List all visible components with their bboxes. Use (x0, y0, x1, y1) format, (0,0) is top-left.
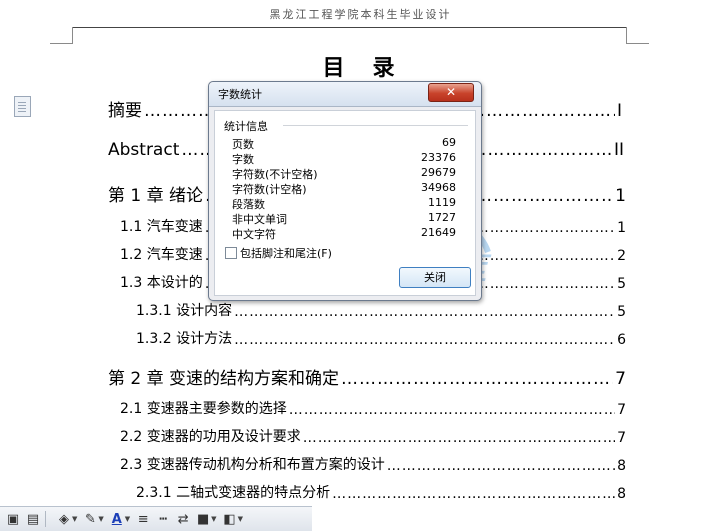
toc-page-number: 6 (617, 332, 626, 348)
toc-leader: ………………………………………………………………………………………… (341, 369, 613, 389)
stat-value: 29679 (421, 166, 456, 179)
toc-page-number: 7 (617, 402, 626, 418)
close-button[interactable]: ✕ (428, 83, 474, 102)
toc-entry-label: 1.3.1 设计内容 (136, 303, 233, 319)
image-icon[interactable]: ▣ (6, 512, 20, 527)
toc-title: 目录 (322, 55, 423, 81)
toc-entry[interactable]: 1.3.1 设计内容 ……………………………………………………………………………… (136, 300, 626, 320)
chevron-down-icon[interactable]: ▼ (211, 515, 216, 523)
stat-label: 字数 (232, 153, 254, 166)
include-footnotes-option[interactable]: 包括脚注和尾注(F) (225, 245, 332, 261)
textbox-icon[interactable]: ▤ (26, 512, 40, 527)
stat-label: 中文字符 (232, 228, 276, 241)
toc-entry-label: 1.1 汽车变速 (120, 219, 203, 235)
page-header: 黑龙江工程学院本科生毕业设计 (269, 8, 452, 21)
stat-value: 69 (442, 136, 456, 149)
stat-value: 23376 (421, 151, 456, 164)
toc-entry-label: 2.3 变速器传动机构分析和布置方案的设计 (120, 457, 385, 473)
toc-page-number: 7 (617, 430, 626, 446)
include-footnotes-label: 包括脚注和尾注(F) (240, 247, 332, 260)
line-style-icon[interactable]: ≡ (136, 512, 150, 527)
toc-page-number: 5 (617, 304, 626, 320)
toc-leader: ………………………………………………………………………………………… (288, 402, 615, 418)
toc-entry-label: 2.2 变速器的功用及设计要求 (120, 429, 301, 445)
toc-entry-label: 1.2 汽车变速 (120, 247, 203, 263)
3d-icon[interactable]: ◧ (223, 512, 237, 527)
arrow-style-icon[interactable]: ⇄ (176, 512, 190, 527)
toc-page-number: 7 (615, 369, 626, 389)
toc-entry-label: 2.3.1 二轴式变速器的特点分析 (136, 485, 331, 501)
toc-leader: ………………………………………………………………………………………… (302, 430, 616, 446)
toc-leader: ………………………………………………………………………………………… (386, 458, 615, 474)
stat-row-chars-no-spaces: 字符数(不计空格) 29679 (232, 166, 456, 181)
toc-page-number: 8 (617, 486, 626, 502)
toc-page-number: I (616, 101, 622, 121)
stat-label: 页数 (232, 138, 254, 151)
toc-page-number: 1 (617, 220, 626, 236)
include-footnotes-checkbox[interactable] (225, 247, 237, 259)
dialog-title: 字数统计 (218, 88, 262, 101)
toc-entry-label: 摘要 (108, 101, 142, 121)
stat-label: 段落数 (232, 198, 265, 211)
stat-row-chinese-chars: 中文字符 21649 (232, 226, 456, 241)
chevron-down-icon[interactable]: ▼ (125, 515, 130, 523)
chevron-down-icon[interactable]: ▼ (98, 515, 103, 523)
toc-entry[interactable]: 2.3.1 二轴式变速器的特点分析 …………………………………………………………… (136, 482, 626, 502)
toc-entry[interactable]: 2.1 变速器主要参数的选择 …………………………………………………………………… (120, 398, 626, 418)
toc-page-number: 8 (617, 458, 626, 474)
stat-label: 非中文单词 (232, 213, 287, 226)
toc-page-number: 1 (615, 186, 626, 206)
toc-page-number: 2 (617, 248, 626, 264)
toc-leader: ………………………………………………………………………………………… (234, 304, 615, 320)
toc-entry[interactable]: 2.2 变速器的功用及设计要求 ………………………………………………………………… (120, 426, 626, 446)
margin-corner-left (50, 27, 73, 44)
fill-color-icon[interactable]: ◈ (57, 512, 71, 527)
toc-leader: ………………………………………………………………………………………… (332, 486, 616, 502)
stats-group-label: 统计信息 (224, 120, 268, 133)
close-icon: ✕ (445, 85, 457, 99)
toc-entry-label: 1.3.2 设计方法 (136, 331, 233, 347)
dialog-body: 统计信息 页数 69 字数 23376 字符数(不计空格) 29679 字符数(… (214, 110, 476, 296)
stat-row-paragraphs: 段落数 1119 (232, 196, 456, 211)
group-rule (283, 125, 468, 126)
toc-entry-label: 2.1 变速器主要参数的选择 (120, 401, 287, 417)
drawing-toolbar: ▣ ▤ ◈ ▼ ✎ ▼ A ▼ ≡ ┅ ⇄ ■ ▼ ◧ ▼ (0, 506, 312, 531)
dash-style-icon[interactable]: ┅ (156, 512, 170, 527)
stat-value: 1727 (428, 211, 456, 224)
stat-label: 字符数(计空格) (232, 183, 307, 196)
document-icon (14, 96, 31, 117)
toc-page-number: II (613, 140, 624, 160)
toc-page-number: 5 (617, 276, 626, 292)
line-color-icon[interactable]: ✎ (83, 512, 97, 527)
toc-entry-label: Abstract (108, 140, 180, 160)
stat-row-words: 字数 23376 (232, 151, 456, 166)
toolbar-separator (45, 511, 46, 527)
shadow-icon[interactable]: ■ (196, 512, 210, 527)
toc-entry-label: 1.3 本设计的 (120, 275, 203, 291)
toc-entry-label: 第 1 章 绪论 (108, 186, 204, 206)
stat-row-chars-with-spaces: 字符数(计空格) 34968 (232, 181, 456, 196)
stat-row-non-chinese-words: 非中文单词 1727 (232, 211, 456, 226)
chevron-down-icon[interactable]: ▼ (72, 515, 77, 523)
word-count-dialog: 字数统计 ✕ 统计信息 页数 69 字数 23376 字符数(不计空格) 296… (208, 81, 482, 301)
toc-entry[interactable]: 第 2 章 变速的结构方案和确定 ……………………………………………………………… (108, 364, 626, 389)
header-rule (72, 27, 626, 28)
stat-value: 21649 (421, 226, 456, 239)
stat-value: 34968 (421, 181, 456, 194)
stat-row-pages: 页数 69 (232, 136, 456, 151)
stat-label: 字符数(不计空格) (232, 168, 318, 181)
font-color-icon[interactable]: A (110, 512, 124, 527)
toc-leader: ………………………………………………………………………………………… (234, 332, 615, 348)
toc-entry[interactable]: 2.3 变速器传动机构分析和布置方案的设计 ………………………………………………… (120, 454, 626, 474)
dialog-close-button[interactable]: 关闭 (399, 267, 471, 288)
toc-entry-label: 第 2 章 变速的结构方案和确定 (108, 369, 340, 389)
chevron-down-icon[interactable]: ▼ (238, 515, 243, 523)
dialog-titlebar[interactable]: 字数统计 ✕ (209, 82, 481, 107)
stat-value: 1119 (428, 196, 456, 209)
toc-entry[interactable]: 1.3.2 设计方法 ……………………………………………………………………………… (136, 328, 626, 348)
margin-corner-right (626, 27, 649, 44)
